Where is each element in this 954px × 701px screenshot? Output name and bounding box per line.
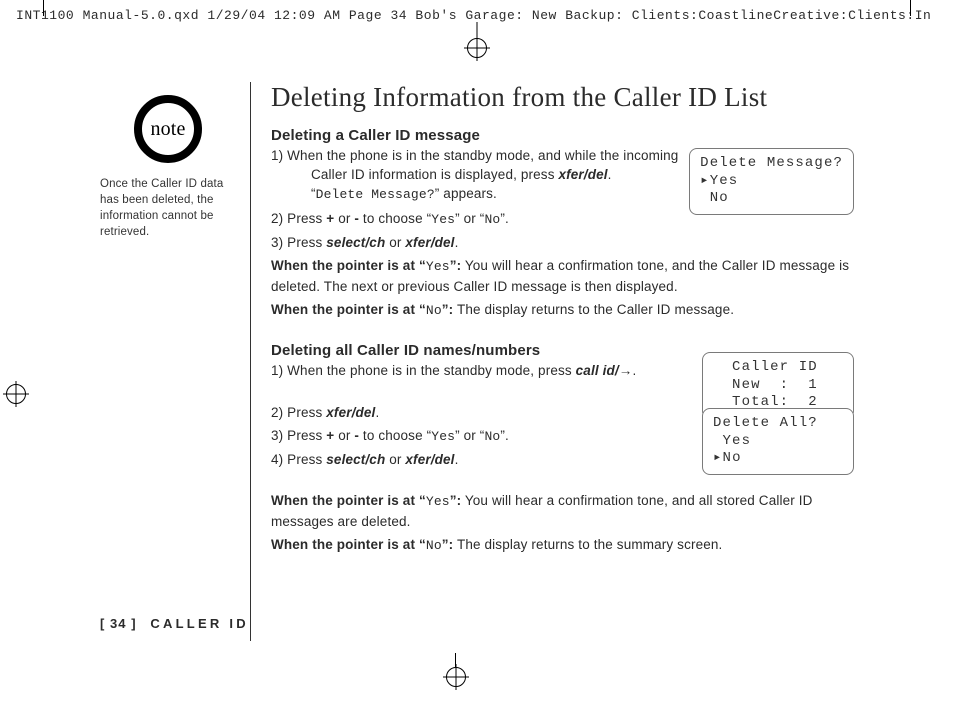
result-no: When the pointer is at “No”: The display… <box>271 535 854 555</box>
button-ref: xfer/del <box>405 235 454 250</box>
section-heading: Deleting a Caller ID message <box>271 127 854 144</box>
button-ref: select/ch <box>326 452 385 467</box>
result-no: When the pointer is at “No”: The display… <box>271 300 854 320</box>
result-yes: When the pointer is at “Yes”: You will h… <box>271 256 854 296</box>
lcd-display: Delete All? Yes ▸No <box>702 408 854 475</box>
note-icon-label: note <box>151 118 186 140</box>
sidebar-note: note Once the Caller ID data has been de… <box>100 82 250 641</box>
print-slug: INT1100 Manual-5.0.qxd 1/29/04 12:09 AM … <box>16 8 938 23</box>
button-ref: select/ch <box>326 235 385 250</box>
lcd-display: Delete Message? ▸Yes No <box>689 148 854 215</box>
note-icon: note <box>100 92 236 166</box>
registration-mark-icon <box>467 38 487 58</box>
registration-mark-icon <box>446 667 466 687</box>
crop-tick <box>477 22 478 36</box>
step-3: 3) Press select/ch or xfer/del. <box>271 233 854 252</box>
page-title: Deleting Information from the Caller ID … <box>271 82 854 113</box>
crop-tick <box>910 0 911 16</box>
lcd-ref: Delete Message? <box>316 187 435 202</box>
crop-tick <box>455 653 456 667</box>
button-ref: call id/→ <box>576 363 633 378</box>
button-ref: xfer/del <box>558 167 607 182</box>
button-ref: xfer/del <box>326 405 375 420</box>
page-footer: [ 34 ] CALLER ID <box>100 616 249 631</box>
section-label: CALLER ID <box>150 616 249 631</box>
registration-mark-icon <box>6 384 26 404</box>
button-ref: xfer/del <box>405 452 454 467</box>
note-caption: Once the Caller ID data has been deleted… <box>100 176 236 240</box>
page-number: [ 34 ] <box>100 616 137 631</box>
result-yes: When the pointer is at “Yes”: You will h… <box>271 491 854 531</box>
crop-tick <box>43 0 44 16</box>
